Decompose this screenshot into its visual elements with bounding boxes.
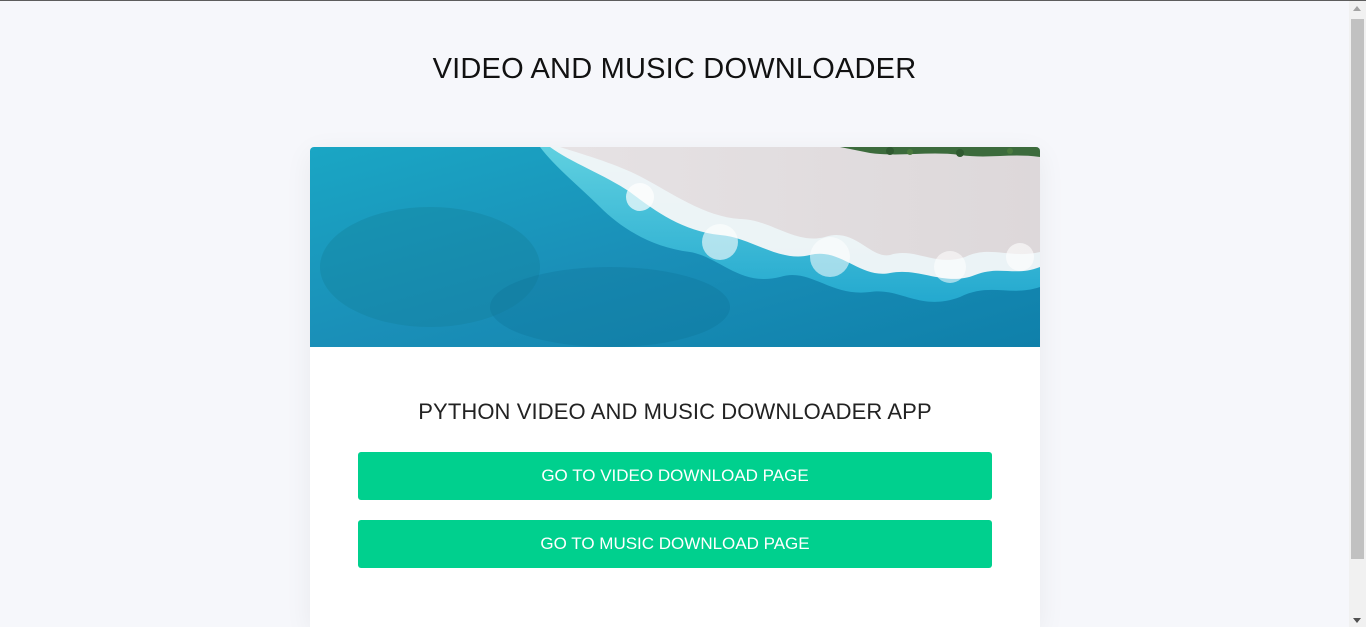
card-subtitle: PYTHON VIDEO AND MUSIC DOWNLOADER APP xyxy=(418,399,932,424)
downloader-card: PYTHON VIDEO AND MUSIC DOWNLOADER APP GO… xyxy=(310,147,1040,627)
video-download-button[interactable]: GO TO VIDEO DOWNLOAD PAGE xyxy=(358,452,992,500)
vertical-scrollbar[interactable] xyxy=(1349,1,1366,627)
scroll-down-arrow-icon[interactable] xyxy=(1353,618,1361,623)
scroll-up-arrow-icon[interactable] xyxy=(1353,6,1361,11)
ocean-beach-image xyxy=(310,147,1040,347)
page-title: VIDEO AND MUSIC DOWNLOADER xyxy=(432,53,917,85)
page: VIDEO AND MUSIC DOWNLOADER PYTHON VIDEO … xyxy=(0,0,1366,627)
scroll-thumb[interactable] xyxy=(1351,19,1364,559)
music-download-button[interactable]: GO TO MUSIC DOWNLOAD PAGE xyxy=(358,520,992,568)
